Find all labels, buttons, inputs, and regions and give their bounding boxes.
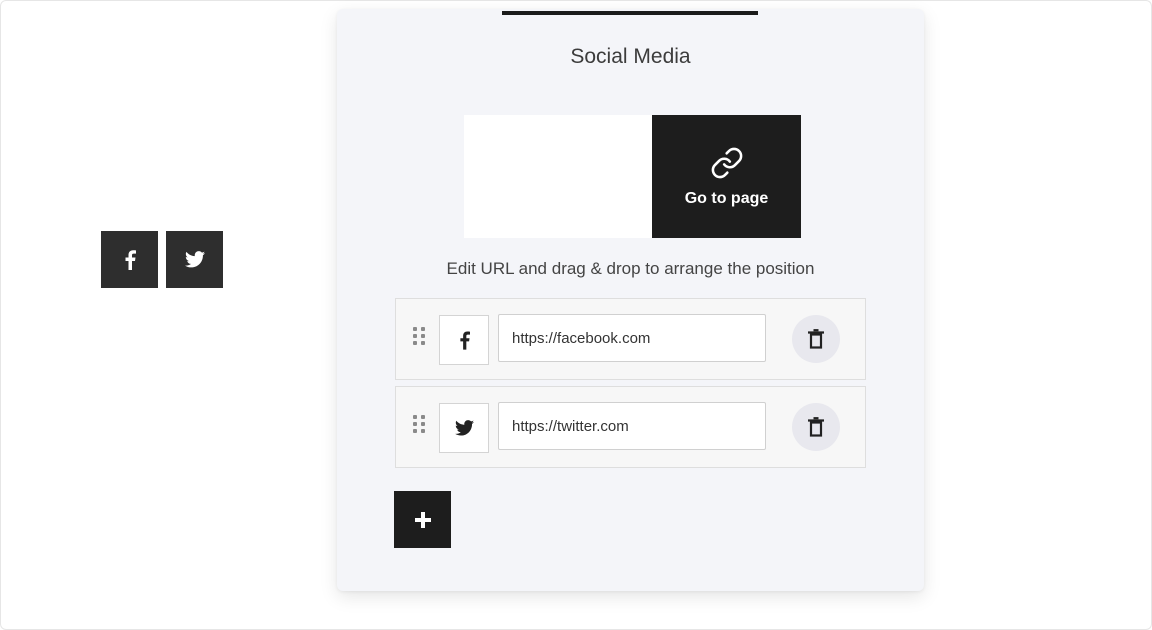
delete-facebook-button[interactable] [792,315,840,363]
facebook-icon [459,331,470,350]
preview-blank [464,115,652,238]
trash-icon [808,329,824,349]
panel-title: Social Media [570,45,691,68]
twitter-icon-selector[interactable] [439,403,489,453]
canvas-facebook-button[interactable] [101,231,158,288]
panel-top-indicator [502,11,758,15]
go-to-page-button[interactable]: Go to page [652,115,801,238]
trash-icon [808,417,824,437]
plus-icon [414,511,431,528]
twitter-url-input[interactable] [498,402,766,450]
drag-handle-icon[interactable] [413,415,425,437]
facebook-icon [125,249,136,270]
twitter-icon [184,251,205,268]
drag-handle-icon[interactable] [413,327,425,349]
go-to-page-label: Go to page [684,189,769,207]
link-row-facebook [395,298,866,380]
add-link-button[interactable] [394,491,451,548]
link-row-twitter [395,386,866,468]
twitter-icon [454,420,474,436]
facebook-url-input[interactable] [498,314,766,362]
facebook-icon-selector[interactable] [439,315,489,365]
social-media-panel: Social Media Go to page Edit URL and dra… [337,9,924,591]
delete-twitter-button[interactable] [792,403,840,451]
canvas-social-buttons [101,231,223,288]
preview-area: Go to page [464,115,801,238]
hint-text: Edit URL and drag & drop to arrange the … [446,259,815,278]
canvas-twitter-button[interactable] [166,231,223,288]
link-icon [711,147,742,178]
